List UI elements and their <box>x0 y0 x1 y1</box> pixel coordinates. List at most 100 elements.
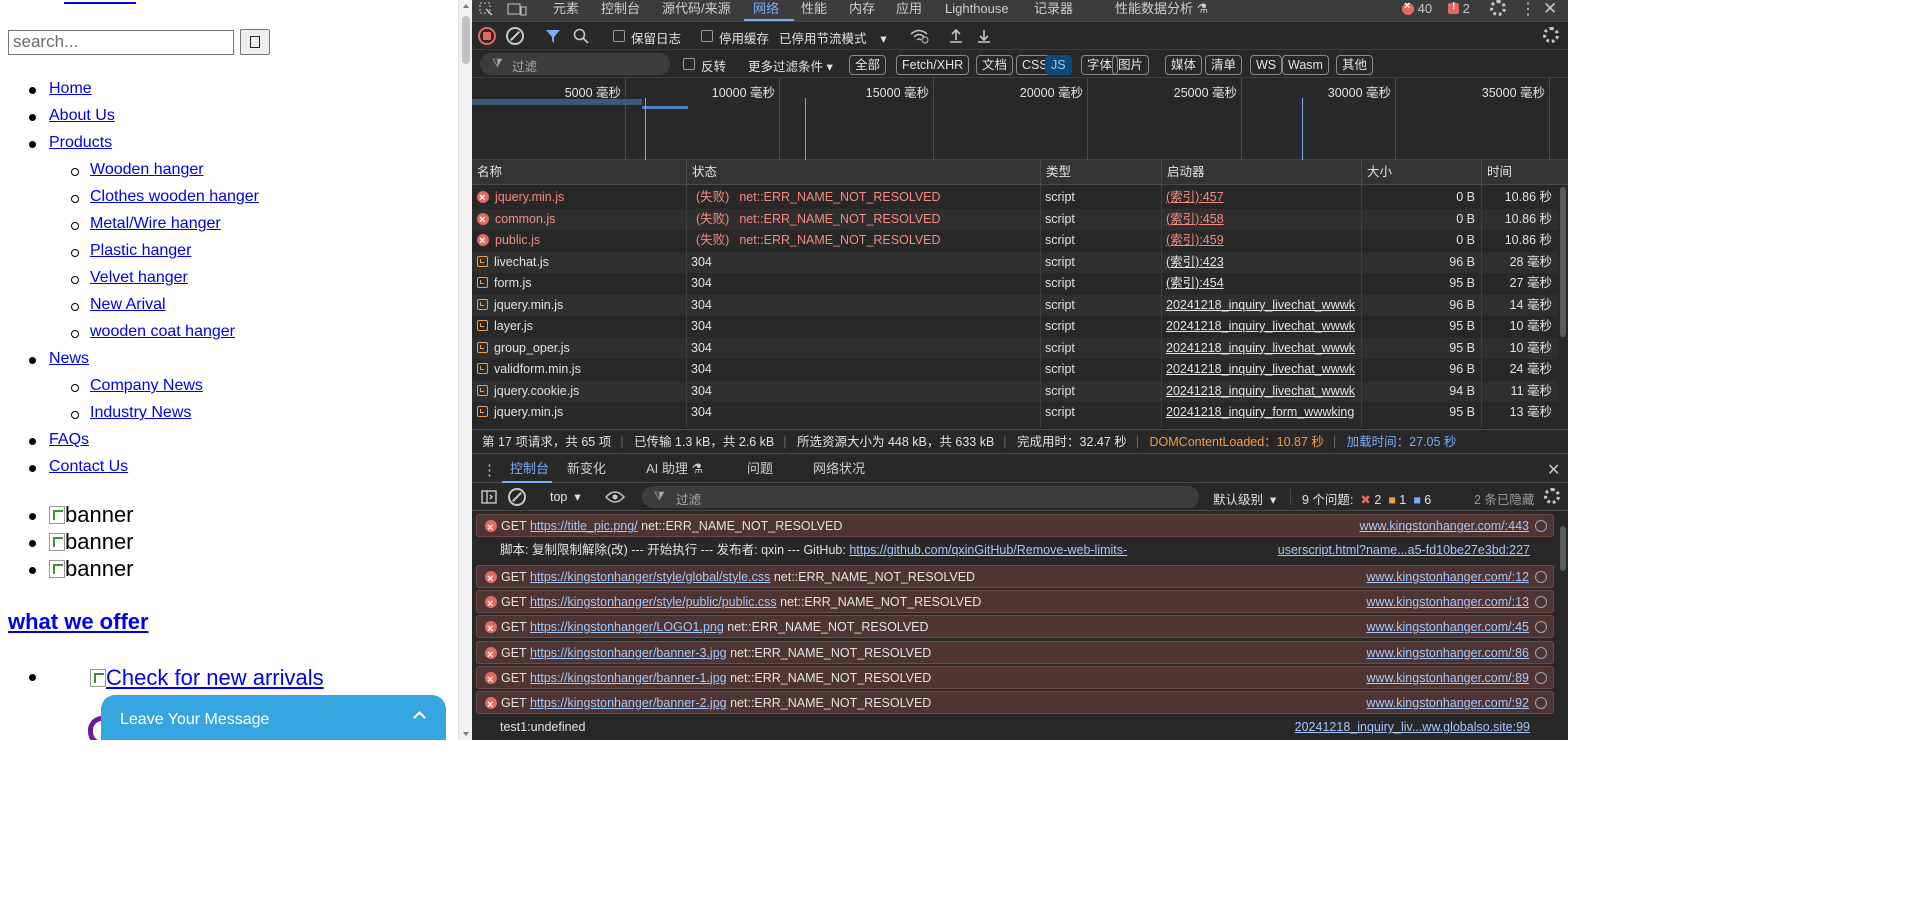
devtools-tab[interactable]: 性能 <box>801 0 827 22</box>
log-level-select[interactable]: 默认级别 ▾ <box>1213 489 1276 508</box>
drawer-tab[interactable]: 新变化 <box>567 456 606 483</box>
devtools-tab[interactable]: 性能数据分析 ⚗ <box>1115 0 1208 22</box>
import-har-icon[interactable] <box>947 26 965 46</box>
network-request-icon[interactable] <box>1535 621 1547 634</box>
network-request-icon[interactable] <box>1535 671 1547 684</box>
console-error-message[interactable]: GET https://kingstonhanger/banner-3.jpg … <box>476 640 1554 664</box>
context-select[interactable]: top ▾ <box>550 489 581 504</box>
column-divider[interactable] <box>1361 185 1362 428</box>
chevron-up-icon[interactable] <box>413 711 426 724</box>
nav-link[interactable]: Home <box>49 80 92 97</box>
type-filter-chip[interactable]: Fetch/XHR <box>896 55 970 75</box>
column-divider[interactable] <box>1040 185 1041 428</box>
initiator-link[interactable]: 20241218_inquiry_form_wwwking <box>1166 405 1354 419</box>
issues-counter[interactable]: 9 个问题: ✖ 2 ■ 1 ■ 6 <box>1302 489 1431 508</box>
console-log-message[interactable]: 脚本: 复制限制解除(改) --- 开始执行 --- 发布者: qxin ---… <box>476 539 1554 562</box>
devtools-tab[interactable]: 控制台 <box>601 0 640 22</box>
drawer-tab[interactable]: 网络状况 <box>813 456 865 483</box>
message-source-link[interactable]: www.kingstonhanger.com/:45 <box>1366 616 1529 637</box>
type-filter-chip[interactable]: 文档 <box>976 55 1014 75</box>
column-divider[interactable] <box>1161 185 1162 428</box>
initiator-link[interactable]: 20241218_inquiry_livechat_wwwk <box>1166 362 1355 376</box>
console-scrollbar[interactable] <box>1558 511 1568 740</box>
devtools-tab[interactable]: 内存 <box>849 0 875 22</box>
error-counter[interactable]: 40 <box>1402 0 1432 17</box>
drawer-tab[interactable]: 问题 <box>747 456 773 483</box>
column-divider[interactable] <box>686 185 687 428</box>
column-header[interactable]: 状态 <box>686 160 1040 185</box>
nav-link[interactable]: Industry News <box>90 404 191 421</box>
request-row[interactable]: validform.min.js 304 script 20241218_inquir… <box>472 359 1558 381</box>
network-conditions-icon[interactable] <box>908 26 930 46</box>
message-url-link[interactable]: https://kingstonhanger/banner-2.jpg <box>530 696 727 710</box>
console-filter-input[interactable]: ⧩ 过滤 <box>642 486 1199 508</box>
initiator-link[interactable]: (索引):459 <box>1166 233 1224 247</box>
column-header[interactable]: 类型 <box>1040 160 1161 185</box>
nav-link[interactable]: Contact Us <box>49 458 128 475</box>
console-error-message[interactable]: GET https://kingstonhanger/banner-1.jpg … <box>476 665 1554 689</box>
type-filter-chip[interactable]: WS <box>1250 55 1283 75</box>
search-icon[interactable] <box>572 27 590 45</box>
console-settings-gear-icon[interactable] <box>1544 488 1560 504</box>
column-header[interactable]: 时间 <box>1481 160 1558 185</box>
message-source-link[interactable]: www.kingstonhanger.com/:13 <box>1366 591 1529 612</box>
message-source-link[interactable]: www.kingstonhanger.com/:92 <box>1366 692 1529 713</box>
message-url-link[interactable]: https://kingstonhanger/banner-1.jpg <box>530 671 727 685</box>
type-filter-chip[interactable]: 图片 <box>1112 55 1150 75</box>
export-har-icon[interactable] <box>975 26 993 46</box>
network-filter-input[interactable]: ⧩ 过滤 <box>480 53 670 75</box>
nav-link[interactable]: Clothes wooden hanger <box>90 188 259 205</box>
record-stop-icon[interactable] <box>478 27 496 45</box>
clear-icon[interactable] <box>506 27 524 45</box>
message-url-link[interactable]: https://kingstonhanger/style/global/styl… <box>530 570 770 584</box>
devtools-tab[interactable]: 记录器 <box>1034 0 1073 22</box>
warning-counter[interactable]: 2 <box>1448 0 1470 17</box>
column-divider[interactable] <box>1481 185 1482 428</box>
nav-link[interactable]: Products <box>49 134 112 151</box>
clear-console-icon[interactable] <box>508 488 526 506</box>
type-filter-chip[interactable]: 全部 <box>849 55 887 75</box>
network-timeline-overview[interactable]: 5000 毫秒 10000 毫秒 15000 毫秒 20000 毫秒 25000 毫秒 3… <box>472 78 1568 160</box>
message-source-link[interactable]: www.kingstonhanger.com/:86 <box>1366 642 1529 663</box>
leave-message-widget[interactable]: Leave Your Message <box>101 695 446 740</box>
network-settings-gear-icon[interactable] <box>1543 27 1559 43</box>
request-row[interactable]: group_oper.js 304 script 20241218_inquiry_l… <box>472 337 1558 359</box>
console-log-message[interactable]: test1:undefined 20241218_inquiry_liv...ww… <box>476 716 1554 739</box>
settings-gear-icon[interactable] <box>1490 0 1506 16</box>
message-source-link[interactable]: www.kingstonhanger.com/:89 <box>1366 667 1529 688</box>
nav-link[interactable]: wooden coat hanger <box>90 323 235 340</box>
initiator-link[interactable]: 20241218_inquiry_livechat_wwwk <box>1166 298 1355 312</box>
check-new-arrivals-link[interactable]: Check for new arrivals <box>106 665 324 690</box>
column-header[interactable]: 名称 <box>472 160 686 185</box>
message-source-link[interactable]: www.kingstonhanger.com/:12 <box>1366 566 1529 587</box>
cut-off-top-link[interactable] <box>64 0 136 4</box>
console-error-message[interactable]: GET https://kingstonhanger/style/global/… <box>476 564 1554 588</box>
more-options-icon[interactable]: ⋮ <box>1520 0 1536 18</box>
sidebar-toggle-icon[interactable] <box>480 488 498 506</box>
nav-link[interactable]: About Us <box>49 107 115 124</box>
devtools-tab[interactable]: Lighthouse <box>945 0 1009 22</box>
nav-link[interactable]: Metal/Wire hanger <box>90 215 221 232</box>
close-devtools-icon[interactable]: ✕ <box>1543 0 1557 18</box>
message-url-link[interactable]: https://kingstonhanger/LOGO1.png <box>530 620 724 634</box>
console-scrollbar-thumb[interactable] <box>1560 526 1566 571</box>
network-request-icon[interactable] <box>1535 646 1547 659</box>
close-drawer-icon[interactable]: ✕ <box>1547 456 1560 483</box>
what-we-offer-link[interactable]: what we offer <box>8 609 149 634</box>
inspect-element-icon[interactable] <box>478 0 494 17</box>
network-request-icon[interactable] <box>1535 595 1547 608</box>
invert-checkbox[interactable] <box>683 58 695 70</box>
nav-link[interactable]: Plastic hanger <box>90 242 191 259</box>
live-expression-eye-icon[interactable] <box>604 488 626 506</box>
network-request-icon[interactable] <box>1535 697 1547 710</box>
console-error-message[interactable]: GET https://kingstonhanger/style/public/… <box>476 589 1554 613</box>
request-row[interactable]: layer.js 304 script 20241218_inquiry_livech… <box>472 316 1558 338</box>
nav-link[interactable]: FAQs <box>49 431 89 448</box>
request-row[interactable]: jquery.min.js 304 script 20241218_inquiry_f… <box>472 402 1558 424</box>
console-error-message[interactable]: GET https://title_pic.png/ net::ERR_NAME… <box>476 514 1554 537</box>
throttle-select[interactable]: 已停用节流模式 ▾ <box>779 28 887 47</box>
request-row[interactable]: livechat.js 304 script (索引):423 96 B 28 毫秒 <box>472 251 1558 273</box>
initiator-link[interactable]: (索引):458 <box>1166 212 1224 226</box>
column-header[interactable]: 大小 <box>1361 160 1481 185</box>
type-filter-chip[interactable]: 清单 <box>1205 55 1243 75</box>
